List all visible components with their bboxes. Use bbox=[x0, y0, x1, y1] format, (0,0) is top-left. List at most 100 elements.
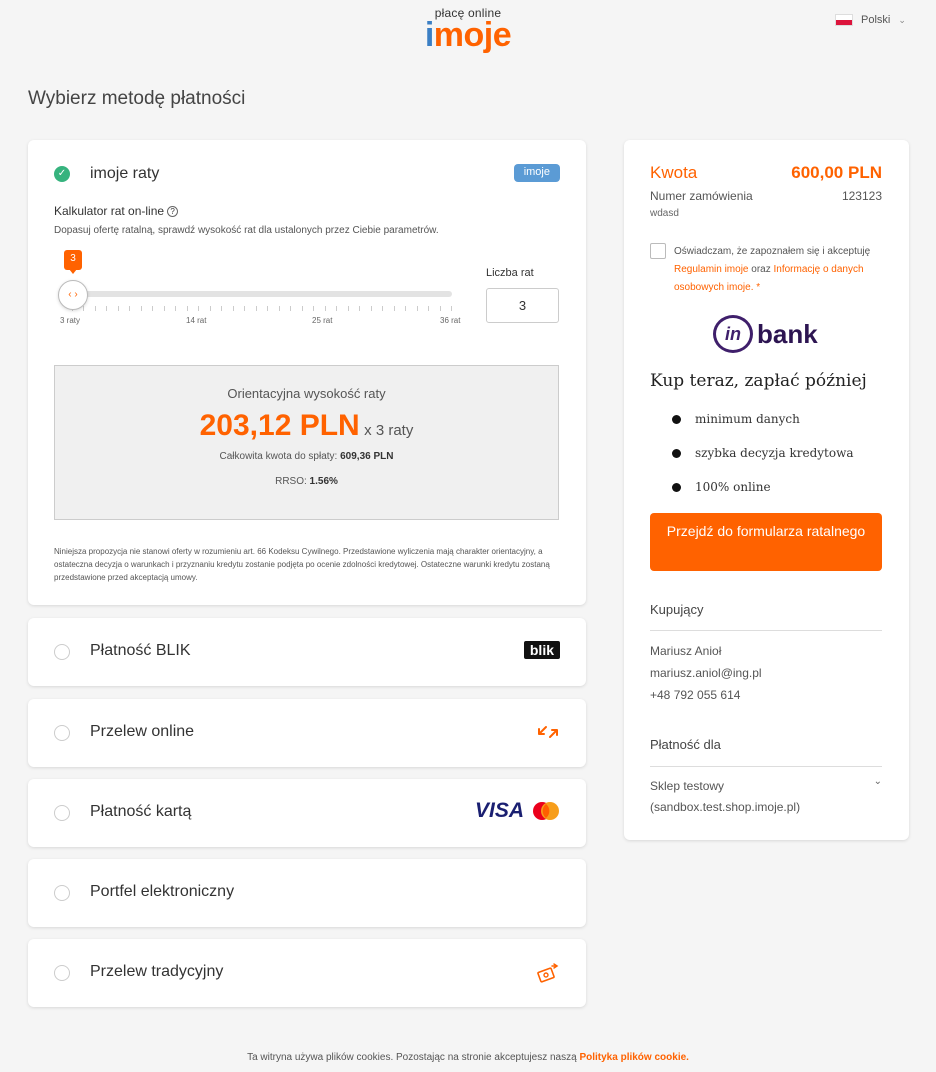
slider-tick bbox=[163, 306, 165, 311]
tick-label: 25 rat bbox=[312, 316, 333, 325]
inbank-logo: in bank bbox=[713, 315, 818, 353]
slider-tick bbox=[428, 306, 430, 311]
method-card-blik[interactable]: Płatność BLIK blik bbox=[28, 618, 586, 686]
header: płacę online imoje Polski ⌄ bbox=[0, 0, 936, 70]
list-item: minimum danych bbox=[672, 412, 854, 446]
method-card-karta[interactable]: Płatność kartą VISA bbox=[28, 779, 586, 847]
payee-section-title: Płatność dla bbox=[650, 737, 721, 752]
inbank-logo-text: bank bbox=[757, 318, 818, 349]
imoje-logo[interactable]: płacę online imoje bbox=[418, 6, 518, 52]
radio-button[interactable] bbox=[54, 725, 70, 741]
method-label: Płatność BLIK bbox=[90, 642, 191, 659]
slider-tick bbox=[405, 306, 407, 311]
slider-ticks bbox=[72, 306, 452, 312]
slider-tick bbox=[416, 306, 418, 311]
slider-tick bbox=[140, 306, 142, 311]
slider-value-bubble: 3 bbox=[64, 250, 82, 274]
calculator-title: Kalkulator rat on-line? bbox=[54, 204, 179, 218]
slider-handle[interactable]: ‹ › bbox=[58, 280, 88, 310]
installments-count-input[interactable]: 3 bbox=[486, 288, 559, 323]
transfer-arrows-icon bbox=[536, 721, 560, 748]
slider-tick bbox=[324, 306, 326, 311]
installments-count-label: Liczba rat bbox=[486, 267, 534, 279]
list-item: szybka decyzja kredytowa bbox=[672, 446, 854, 480]
chevron-down-icon: ⌄ bbox=[898, 14, 906, 25]
help-icon[interactable]: ? bbox=[167, 206, 179, 217]
method-label: Płatność kartą bbox=[90, 803, 192, 820]
slider-tick bbox=[106, 306, 108, 311]
poland-flag-icon bbox=[835, 14, 853, 26]
tick-label: 14 rat bbox=[186, 316, 207, 325]
slider-tick bbox=[290, 306, 292, 311]
result-label: Orientacyjna wysokość raty bbox=[227, 386, 386, 401]
payee-details[interactable]: Sklep testowy (sandbox.test.shop.imoje.p… bbox=[650, 776, 800, 818]
terms-link[interactable]: Regulamin imoje bbox=[674, 264, 748, 275]
slider-tick bbox=[382, 306, 384, 311]
tick-label: 3 raty bbox=[60, 316, 81, 325]
bnpl-benefits-list: minimum danych szybka decyzja kredytowa … bbox=[672, 412, 854, 514]
slider-tick bbox=[232, 306, 234, 311]
radio-button[interactable] bbox=[54, 885, 70, 901]
method-label: Portfel elektroniczny bbox=[90, 883, 235, 900]
slider-tick bbox=[186, 306, 188, 311]
bank-transfer-icon bbox=[536, 962, 560, 989]
slider-tick bbox=[439, 306, 441, 311]
check-icon: ✓ bbox=[54, 166, 70, 182]
chevron-down-icon[interactable]: ⌄ bbox=[874, 776, 882, 787]
method-label: imoje raty bbox=[90, 165, 160, 182]
slider-tick bbox=[359, 306, 361, 311]
slider-tick bbox=[336, 306, 338, 311]
mastercard-logo-icon bbox=[533, 802, 559, 820]
slider-track[interactable] bbox=[72, 291, 452, 297]
legal-disclaimer: Niniejsza propozycja nie stanowi oferty … bbox=[54, 547, 550, 582]
slider-tick bbox=[278, 306, 280, 311]
bnpl-headline: Kup teraz, zapłać później bbox=[650, 371, 867, 391]
method-card-portfel[interactable]: Portfel elektroniczny bbox=[28, 859, 586, 927]
method-label: Przelew online bbox=[90, 723, 195, 740]
cookie-policy-link[interactable]: Polityka plików cookie. bbox=[579, 1052, 688, 1063]
radio-button[interactable] bbox=[54, 644, 70, 660]
order-number-value: 123123 bbox=[841, 189, 882, 203]
slider-tick bbox=[267, 306, 269, 311]
slider-tick bbox=[152, 306, 154, 311]
language-label: Polski bbox=[861, 14, 891, 26]
order-summary-panel: Kwota 600,00 PLN Numer zamówienia 123123… bbox=[624, 140, 909, 840]
logo-rest: moje bbox=[433, 16, 512, 54]
slider-tick bbox=[255, 306, 257, 311]
radio-button[interactable] bbox=[54, 965, 70, 981]
slider-tick bbox=[370, 306, 372, 311]
language-selector[interactable]: Polski ⌄ bbox=[835, 14, 906, 26]
method-label: Przelew tradycyjny bbox=[90, 963, 224, 980]
divider bbox=[650, 630, 882, 631]
slider-tick bbox=[175, 306, 177, 311]
installment-count-text: x 3 raty bbox=[364, 422, 414, 439]
shop-url: (sandbox.test.shop.imoje.pl) bbox=[650, 800, 801, 814]
installment-amount: 203,12 PLN bbox=[199, 409, 360, 442]
installments-slider[interactable]: 3 ‹ › 3 raty 14 rat 25 rat 36 rat bbox=[58, 250, 468, 330]
buyer-name: Mariusz Anioł bbox=[650, 644, 722, 658]
order-number-label: Numer zamówienia bbox=[650, 189, 753, 203]
list-item: 100% online bbox=[672, 480, 854, 514]
method-card-imoje-raty[interactable]: ✓ imoje raty imoje Kalkulator rat on-lin… bbox=[28, 140, 586, 605]
slider-tick bbox=[347, 306, 349, 311]
consent-checkbox[interactable] bbox=[650, 243, 666, 259]
slider-tick bbox=[450, 306, 452, 311]
slider-tick bbox=[221, 306, 223, 311]
imoje-raty-logo: imoje bbox=[513, 164, 560, 182]
amount-label: Kwota bbox=[650, 163, 698, 182]
order-description: wdasd bbox=[650, 208, 679, 219]
buyer-details: Mariusz Anioł mariusz.aniol@ing.pl +48 7… bbox=[650, 640, 762, 706]
slider-tick bbox=[198, 306, 200, 311]
slider-tick bbox=[244, 306, 246, 311]
method-card-przelew-online[interactable]: Przelew online bbox=[28, 699, 586, 767]
tick-label: 36 rat bbox=[440, 316, 461, 325]
shop-name: Sklep testowy bbox=[650, 779, 725, 793]
cookie-notice: Ta witryna używa plików cookies. Pozosta… bbox=[247, 1052, 689, 1063]
go-to-loan-form-button[interactable]: Przejdź do formularza ratalnego bbox=[650, 513, 882, 571]
inbank-logo-mark: in bbox=[713, 315, 753, 353]
visa-logo-icon: VISA bbox=[474, 799, 524, 822]
card-logos: VISA bbox=[475, 799, 560, 823]
method-card-przelew-tradycyjny[interactable]: Przelew tradycyjny bbox=[28, 939, 586, 1007]
installment-result-box: Orientacyjna wysokość raty 203,12 PLN x … bbox=[54, 365, 559, 520]
radio-button[interactable] bbox=[54, 805, 70, 821]
